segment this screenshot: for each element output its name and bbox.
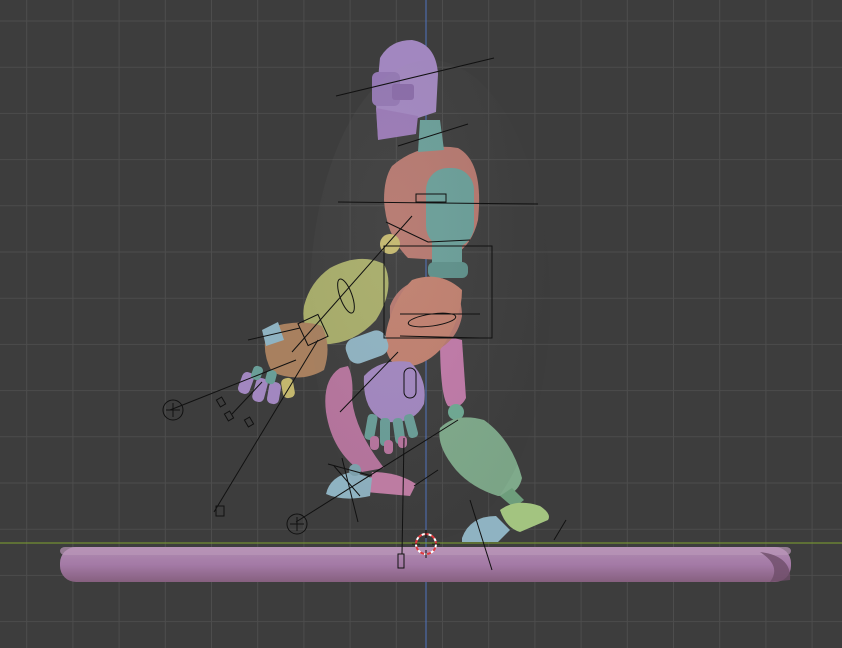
3d-viewport[interactable]: [0, 0, 842, 648]
viewport-canvas[interactable]: [0, 0, 842, 648]
robot-character[interactable]: [237, 40, 550, 542]
